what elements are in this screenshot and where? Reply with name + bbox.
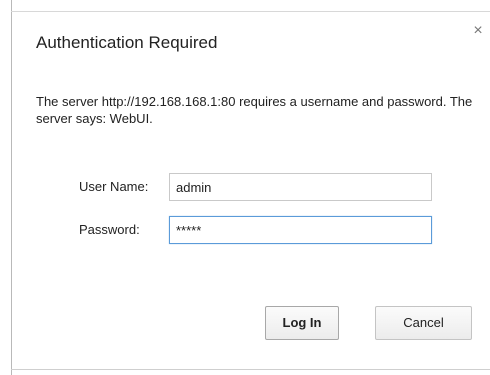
close-icon[interactable]: × xyxy=(469,22,487,40)
dialog-left-edge xyxy=(11,0,12,375)
username-input[interactable] xyxy=(169,173,432,201)
password-label: Password: xyxy=(79,222,140,237)
dialog-title: Authentication Required xyxy=(36,33,218,52)
dialog-bottom-edge xyxy=(11,369,490,370)
dialog-message: The server http://192.168.168.1:80 requi… xyxy=(36,94,473,126)
login-button[interactable]: Log In xyxy=(265,306,339,340)
cancel-button[interactable]: Cancel xyxy=(375,306,472,340)
auth-dialog: Authentication Required × The server htt… xyxy=(0,0,490,375)
dialog-top-edge xyxy=(11,11,490,12)
password-input[interactable] xyxy=(169,216,432,244)
username-label: User Name: xyxy=(79,179,149,194)
